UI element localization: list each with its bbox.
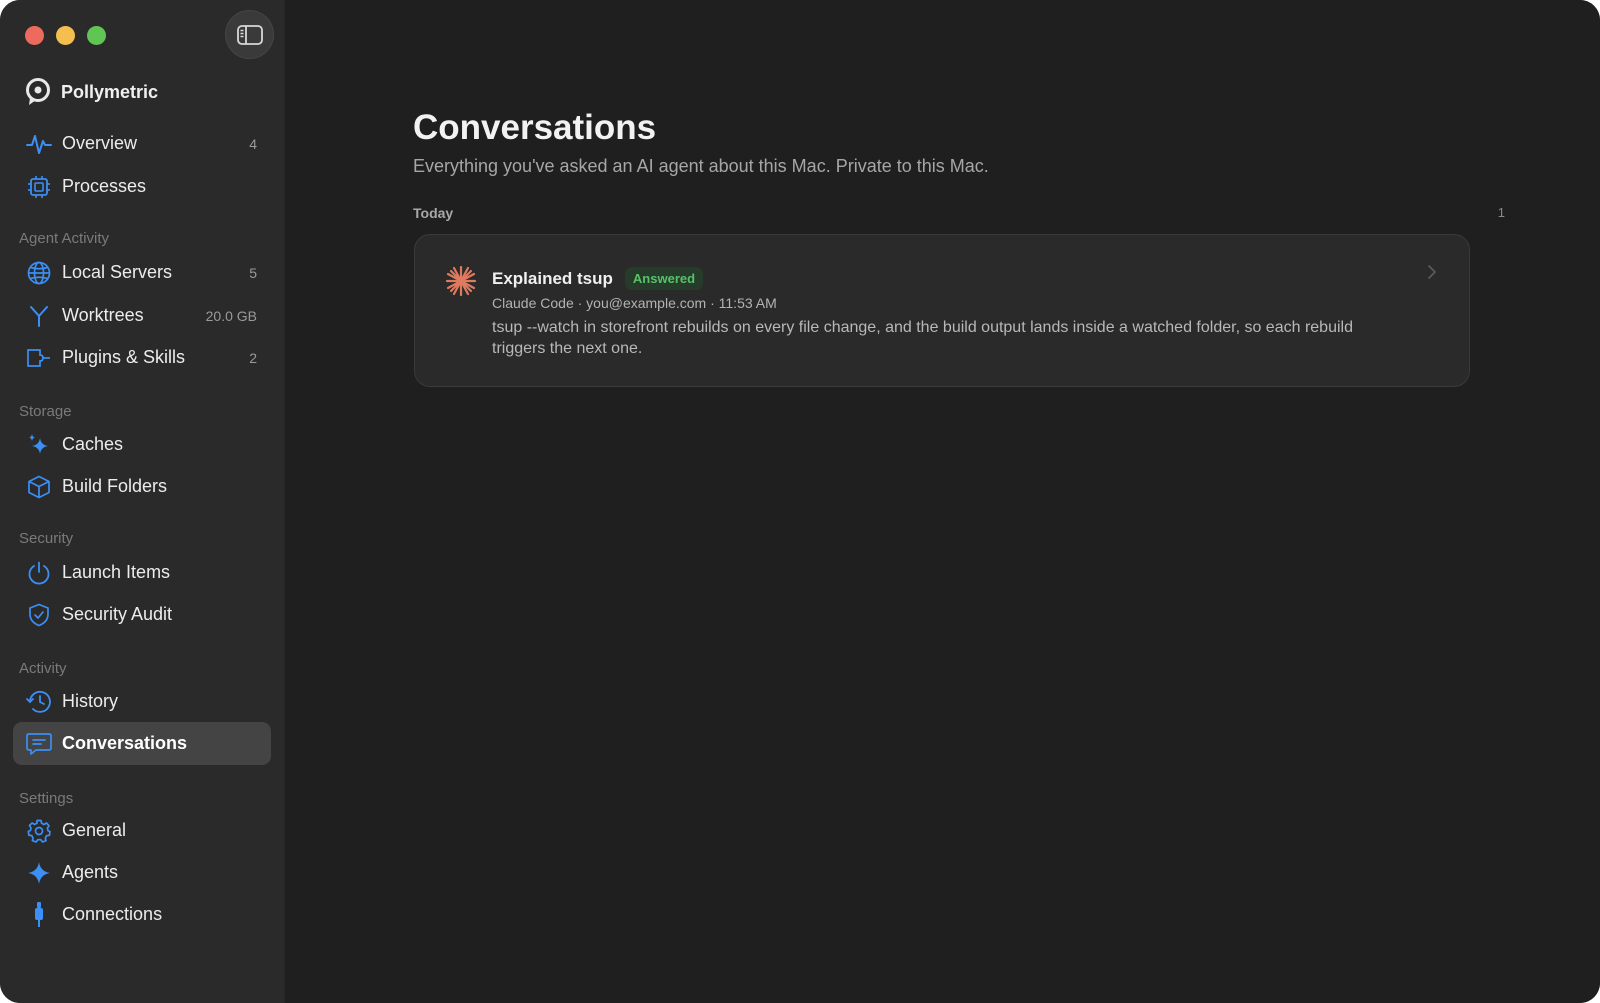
plug-icon [26, 901, 52, 928]
sidebar-item-label: Caches [62, 434, 124, 454]
window-controls [25, 26, 106, 45]
zoom-window-button[interactable] [87, 26, 106, 45]
chevron-right-icon [1428, 265, 1436, 279]
gear-icon [26, 818, 52, 844]
history-icon [26, 689, 52, 715]
section-label-security: Security [19, 530, 74, 547]
conversation-card[interactable]: Explained tsup Answered Claude Code · yo… [414, 234, 1470, 387]
sidebar-item-label: Plugins & Skills [62, 347, 186, 367]
sidebar-item-label: Build Folders [62, 476, 168, 496]
sidebar-item-build-folders[interactable]: Build Folders [13, 465, 271, 508]
sidebar-item-label: History [62, 691, 119, 711]
sidebar: Pollymetric Overview 4 Processes Agent A… [0, 0, 285, 1003]
chat-bubble-icon [26, 731, 52, 757]
shield-check-icon [26, 602, 52, 628]
power-icon [26, 560, 52, 586]
sidebar-item-label: General [62, 820, 127, 840]
sidebar-item-launch-items[interactable]: Launch Items [13, 551, 271, 594]
sidebar-item-count: 4 [249, 135, 257, 152]
parrot-logo-icon [26, 78, 50, 105]
group-count: 1 [1497, 205, 1505, 220]
sidebar-toggle-button[interactable] [225, 10, 274, 59]
sidebar-item-label: Processes [62, 176, 147, 196]
sidebar-item-general[interactable]: General [13, 809, 271, 852]
section-label-storage: Storage [19, 403, 72, 420]
section-label-agent-activity: Agent Activity [19, 230, 110, 247]
globe-icon [26, 260, 52, 286]
group-label-today: Today [413, 205, 454, 221]
sidebar-item-history[interactable]: History [13, 680, 271, 723]
minimize-window-button[interactable] [56, 26, 75, 45]
sidebar-item-worktrees[interactable]: Worktrees 20.0 GB [13, 294, 271, 337]
page-title: Conversations [413, 108, 657, 147]
sidebar-item-conversations[interactable]: Conversations [13, 722, 271, 765]
sidebar-item-label: Worktrees [62, 305, 144, 325]
cube-icon [26, 474, 52, 500]
sidebar-item-label: Connections [62, 904, 163, 924]
sidebar-item-count: 5 [249, 264, 257, 281]
main-content: Conversations Everything you've asked an… [285, 0, 1600, 1003]
sidebar-toggle-icon [236, 24, 263, 45]
close-window-button[interactable] [25, 26, 44, 45]
status-badge: Answered [624, 267, 704, 290]
app-name: Pollymetric [61, 81, 159, 102]
sidebar-item-agents[interactable]: Agents [13, 851, 271, 894]
cpu-chip-icon [26, 174, 52, 200]
app-window: Pollymetric Overview 4 Processes Agent A… [0, 0, 1600, 1003]
sidebar-item-caches[interactable]: Caches [13, 423, 271, 466]
sidebar-item-security-audit[interactable]: Security Audit [13, 593, 271, 636]
sidebar-item-processes[interactable]: Processes [13, 165, 271, 208]
section-label-activity: Activity [19, 660, 67, 677]
claude-agent-icon [445, 265, 477, 297]
sidebar-item-count: 2 [249, 349, 257, 366]
sidebar-item-local-servers[interactable]: Local Servers 5 [13, 251, 271, 294]
conversation-summary: tsup --watch in storefront rebuilds on e… [492, 319, 1353, 357]
activity-icon [26, 131, 52, 157]
branch-icon [26, 303, 52, 329]
sparkles-icon [26, 432, 52, 458]
sidebar-item-connections[interactable]: Connections [13, 893, 271, 936]
sidebar-item-label: Conversations [62, 733, 188, 753]
sidebar-item-overview[interactable]: Overview 4 [13, 122, 271, 165]
sidebar-item-label: Security Audit [62, 604, 173, 624]
page-subtitle: Everything you've asked an AI agent abou… [413, 156, 989, 176]
conversation-title-row: Explained tsup Answered [492, 267, 704, 290]
sidebar-item-label: Local Servers [62, 262, 173, 282]
plugin-icon [26, 345, 52, 371]
sidebar-item-plugins-skills[interactable]: Plugins & Skills 2 [13, 336, 271, 379]
sparkle-icon [26, 860, 52, 886]
app-brand: Pollymetric [25, 78, 158, 106]
sidebar-item-label: Launch Items [62, 562, 171, 582]
conversation-meta: Claude Code · you@example.com · 11:53 AM [492, 295, 777, 311]
section-label-settings: Settings [19, 790, 74, 807]
sidebar-item-label: Overview [62, 133, 138, 153]
sidebar-item-label: Agents [62, 862, 119, 882]
sidebar-item-count: 20.0 GB [205, 307, 257, 324]
conversation-title: Explained tsup [492, 268, 613, 288]
